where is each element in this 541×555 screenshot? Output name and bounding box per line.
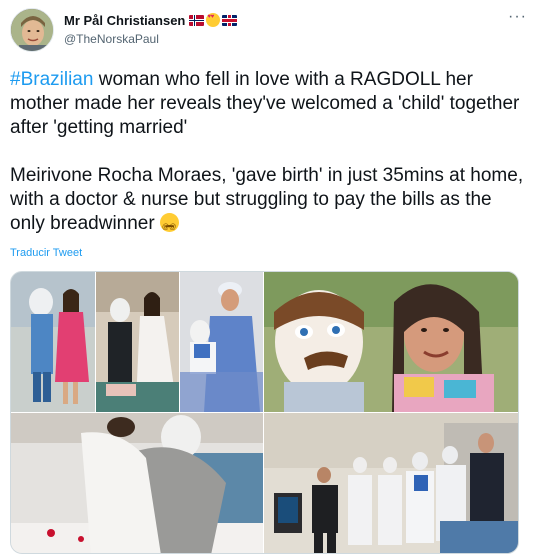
uk-flag-icon (222, 14, 238, 26)
tweet-header: Mr Pål Christiansen @TheNorskaPaul (64, 11, 529, 51)
display-name[interactable]: Mr Pål Christiansen (64, 13, 185, 28)
translate-tweet-link[interactable]: Traducir Tweet (10, 247, 82, 259)
avatar[interactable] (10, 8, 54, 52)
tweet-paragraph-2: Meirivone Rocha Moraes, 'gave birth' in … (10, 164, 530, 240)
hashtag-link[interactable]: #Brazilian (10, 69, 93, 90)
photo-1-panel-wedding-couple (11, 272, 95, 412)
media-photo-3[interactable] (11, 413, 263, 553)
name-row: Mr Pål Christiansen (64, 11, 529, 29)
photo-1-panel-hospital-doll (180, 272, 263, 412)
more-options-icon[interactable]: ··· (508, 9, 527, 25)
tweet-paragraph-1: #Brazilian woman who fell in love with a… (10, 68, 530, 140)
tweet-text: #Brazilian woman who fell in love with a… (10, 68, 530, 260)
media-photo-4[interactable] (264, 413, 518, 553)
photo-1-panel-bride-groom (96, 272, 179, 412)
smiling-face-with-heart-eyes-icon (206, 13, 221, 27)
face-with-spiral-eyes-icon (159, 213, 179, 240)
media-photo-1[interactable] (11, 272, 263, 412)
media-photo-2[interactable] (264, 272, 518, 412)
user-handle[interactable]: @TheNorskaPaul (64, 32, 529, 46)
tweet: Mr Pål Christiansen @TheNorskaPaul ··· #… (0, 0, 541, 555)
avatar-photo (11, 9, 53, 51)
paragraph-2-text: Meirivone Rocha Moraes, 'gave birth' in … (10, 165, 524, 234)
name-emojis (189, 13, 238, 27)
media-grid (10, 271, 519, 554)
norway-flag-icon (189, 14, 205, 26)
